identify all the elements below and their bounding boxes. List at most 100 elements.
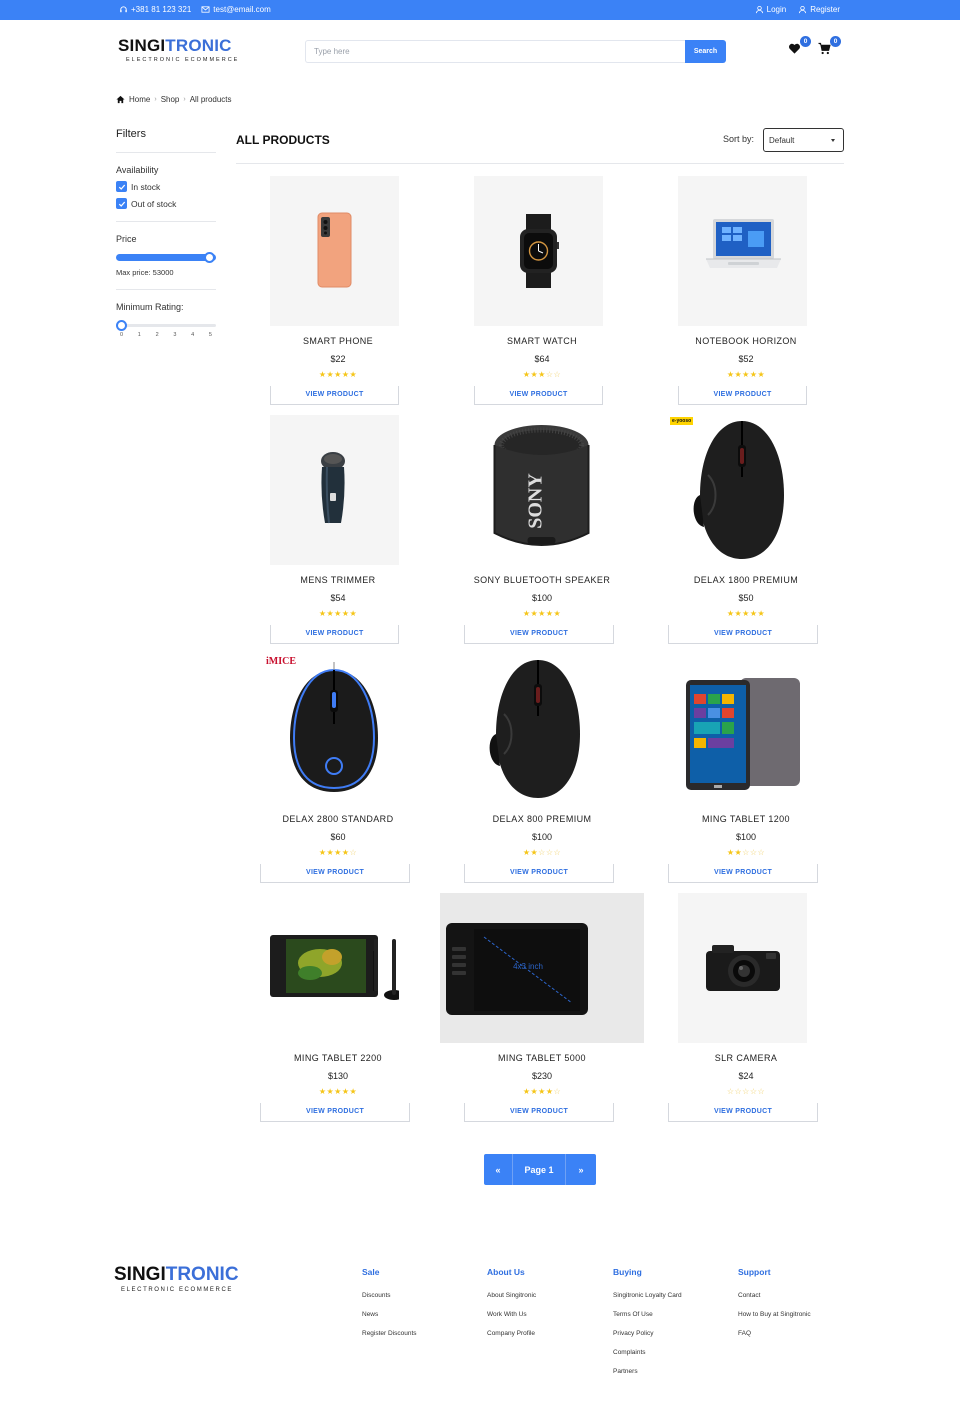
price-heading: Price [116,234,137,244]
star-filled-icon: ★ [530,609,539,618]
product-card[interactable]: SMART WATCH $64 ★★★☆☆ VIEW PRODUCT [440,176,644,408]
star-empty-icon: ☆ [749,1087,758,1096]
sort-select[interactable]: Default [763,128,844,152]
product-card[interactable]: SLR CAMERA $24 ☆☆☆☆☆ VIEW PRODUCT [644,893,848,1125]
product-name[interactable]: NOTEBOOK HORIZON [644,336,848,346]
footer-link[interactable]: Privacy Policy [613,1330,682,1337]
footer-link[interactable]: Discounts [362,1292,417,1299]
breadcrumb-shop[interactable]: Shop [161,95,180,104]
out-of-stock-checkbox[interactable]: Out of stock [116,198,216,209]
tablet-image[interactable] [678,654,807,804]
pen-display-image[interactable] [270,893,399,1043]
gaming-mouse-image[interactable]: iMICE [266,654,399,804]
divider [116,152,216,153]
rating-slider-thumb[interactable] [116,320,127,331]
product-name[interactable]: DELAX 800 PREMIUM [440,814,644,824]
email-contact[interactable]: test@email.com [201,5,271,14]
footer-link[interactable]: Contact [738,1292,811,1299]
breadcrumb-home[interactable]: Home [129,95,150,104]
view-product-button[interactable]: VIEW PRODUCT [270,386,399,405]
footer-link[interactable]: Complaints [613,1349,682,1356]
view-product-button[interactable]: VIEW PRODUCT [668,625,818,644]
view-product-button[interactable]: VIEW PRODUCT [260,864,410,883]
in-stock-checkbox[interactable]: In stock [116,181,216,192]
view-product-button[interactable]: VIEW PRODUCT [270,625,399,644]
pagination: « Page 1 » [484,1154,596,1185]
product-card[interactable]: MENS TRIMMER $54 ★★★★★ VIEW PRODUCT [236,415,440,647]
product-name[interactable]: MENS TRIMMER [236,575,440,585]
cart-button[interactable]: 0 [818,36,841,56]
product-name[interactable]: MING TABLET 2200 [236,1053,440,1063]
product-name[interactable]: MING TABLET 5000 [440,1053,644,1063]
product-name[interactable]: DELAX 2800 STANDARD [236,814,440,824]
product-price: $100 [531,832,553,842]
footer-link[interactable]: Singitronic Loyalty Card [613,1292,682,1299]
product-name[interactable]: SLR CAMERA [644,1053,848,1063]
footer-link[interactable]: How to Buy at Singitronic [738,1311,811,1318]
product-name[interactable]: DELAX 1800 PREMIUM [644,575,848,585]
login-link[interactable]: Login [755,5,786,14]
search-input[interactable] [305,40,685,63]
footer-link[interactable]: Company Profile [487,1330,536,1337]
watch-image[interactable] [474,176,603,326]
product-card[interactable]: SONY SONY BLUETOOTH SPEAKER $100 ★★★★★ VIEW … [440,415,644,647]
product-card[interactable]: MING TABLET 1200 $100 ★★☆☆☆ VIEW PRODUCT [644,654,848,886]
star-rating: ★★★★★ [644,370,848,379]
trimmer-image[interactable] [270,415,399,565]
star-empty-icon: ☆ [553,1087,562,1096]
footer-link[interactable]: FAQ [738,1330,811,1337]
product-card[interactable]: NOTEBOOK HORIZON $52 ★★★★★ VIEW PRODUCT [644,176,848,408]
register-link[interactable]: Register [798,5,840,14]
star-filled-icon: ★ [749,370,758,379]
footer-link[interactable]: Register Discounts [362,1330,417,1337]
product-card[interactable]: 4x3 inch MING TABLET 5000 $230 ★★★★☆ VIEW PR… [440,893,644,1125]
rating-ticks: 0 1 2 3 4 5 [116,332,212,338]
product-card[interactable]: MING TABLET 2200 $130 ★★★★★ VIEW PRODUCT [236,893,440,1125]
drawing-tablet-image[interactable]: 4x3 inch [440,893,644,1043]
product-card[interactable]: iMICE DELAX 2800 STANDARD $60 ★★★★☆ VIEW PRO… [236,654,440,886]
footer-link[interactable]: Partners [613,1368,682,1375]
product-name[interactable]: SMART PHONE [236,336,440,346]
site-logo[interactable]: SINGITRONIC ELECTRONIC ECOMMERCE [118,37,239,63]
view-product-button[interactable]: VIEW PRODUCT [668,864,818,883]
product-card[interactable]: DELAX 800 PREMIUM $100 ★★☆☆☆ VIEW PRODUCT [440,654,644,886]
prev-page-button[interactable]: « [484,1154,513,1185]
speaker-image[interactable]: SONY [440,415,644,565]
footer-link[interactable]: Work With Us [487,1311,536,1318]
price-slider[interactable] [116,252,216,263]
search-button[interactable]: Search [685,40,726,63]
wishlist-button[interactable]: 0 [788,36,811,56]
footer-column: Buying Singitronic Loyalty Card Terms Of U… [613,1267,682,1375]
mouse-image[interactable] [474,654,603,804]
product-name[interactable]: SMART WATCH [440,336,644,346]
view-product-button[interactable]: VIEW PRODUCT [464,864,614,883]
breadcrumb-separator: › [183,96,186,103]
checkbox-checked-icon [116,181,127,192]
breadcrumb-separator: › [154,96,157,103]
rating-slider[interactable] [116,320,216,331]
current-page-button[interactable]: Page 1 [513,1154,566,1185]
mouse-image[interactable]: e-yooso [670,415,807,565]
phone-image[interactable] [270,176,399,326]
product-card[interactable]: e-yooso DELAX 1800 PREMIUM $50 ★★★★★ VIEW PR… [644,415,848,647]
footer-link[interactable]: News [362,1311,417,1318]
phone-contact[interactable]: +381 81 123 321 [119,5,191,14]
footer-link[interactable]: Terms Of Use [613,1311,682,1318]
next-page-button[interactable]: » [566,1154,596,1185]
laptop-image[interactable] [678,176,807,326]
product-price: $50 [738,593,754,603]
star-filled-icon: ★ [326,1087,335,1096]
view-product-button[interactable]: VIEW PRODUCT [668,1103,818,1122]
product-card[interactable]: SMART PHONE $22 ★★★★★ VIEW PRODUCT [236,176,440,408]
camera-image[interactable] [678,893,807,1043]
view-product-button[interactable]: VIEW PRODUCT [474,386,603,405]
product-name[interactable]: MING TABLET 1200 [644,814,848,824]
footer-link[interactable]: About Singitronic [487,1292,536,1299]
view-product-button[interactable]: VIEW PRODUCT [464,625,614,644]
view-product-button[interactable]: VIEW PRODUCT [464,1103,614,1122]
price-slider-thumb[interactable] [204,252,215,263]
footer-logo[interactable]: SINGITRONIC ELECTRONIC ECOMMERCE [114,1265,239,1293]
product-name[interactable]: SONY BLUETOOTH SPEAKER [440,575,644,585]
view-product-button[interactable]: VIEW PRODUCT [678,386,807,405]
view-product-button[interactable]: VIEW PRODUCT [260,1103,410,1122]
